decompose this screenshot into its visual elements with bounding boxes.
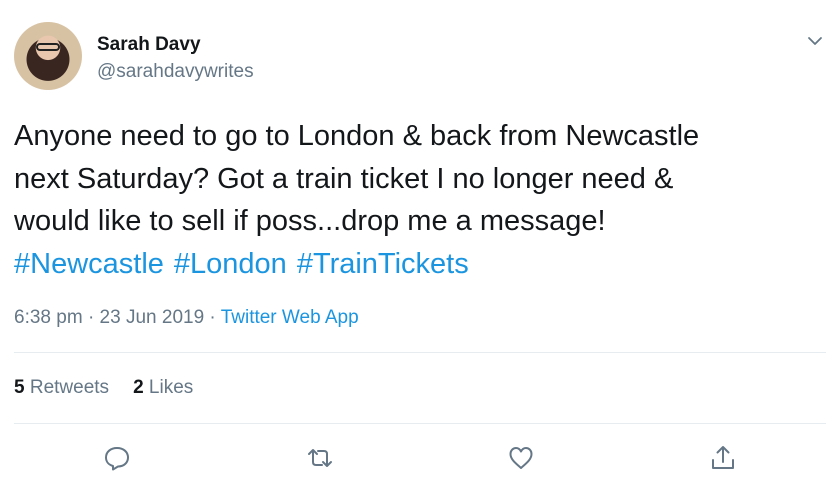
retweets-label: Retweets	[29, 377, 110, 398]
hashtag-link[interactable]: #London	[174, 248, 287, 280]
retweets-count: 5	[14, 377, 25, 398]
avatar[interactable]	[14, 22, 82, 90]
retweet-icon[interactable]	[305, 444, 333, 472]
reply-icon[interactable]	[103, 444, 131, 472]
meta-separator: ·	[209, 307, 216, 328]
hashtag-link[interactable]: #TrainTickets	[297, 248, 469, 280]
tweet-meta: 6:38 pm · 23 Jun 2019 · Twitter Web App	[14, 306, 359, 330]
heart-icon[interactable]	[507, 444, 535, 472]
hashtag-link[interactable]: #Newcastle	[14, 248, 164, 280]
divider	[14, 352, 826, 353]
share-icon[interactable]	[709, 444, 737, 472]
hashtag-list: #Newcastle #London #TrainTickets	[14, 243, 814, 286]
divider	[14, 423, 826, 424]
tweet-source-link[interactable]: Twitter Web App	[221, 307, 359, 328]
tweet-text-line: Anyone need to go to London & back from …	[14, 120, 700, 152]
tweet-text-line: would like to sell if poss...drop me a m…	[14, 205, 606, 237]
retweets-stat[interactable]: 5 Retweets	[14, 377, 109, 398]
likes-count: 2	[133, 377, 144, 398]
tweet-text-line: next Saturday? Got a train ticket I no l…	[14, 162, 674, 195]
author-name[interactable]: Sarah Davy	[97, 34, 201, 56]
author-handle[interactable]: @sarahdavywrites	[97, 61, 254, 83]
likes-label: Likes	[148, 377, 194, 398]
glasses-detail	[36, 43, 60, 51]
meta-separator: ·	[87, 307, 95, 328]
likes-stat[interactable]: 2 Likes	[133, 377, 193, 398]
tweet-text: Anyone need to go to London & back from …	[14, 115, 814, 285]
chevron-down-icon[interactable]	[804, 30, 826, 52]
tweet-date[interactable]: 23 Jun 2019	[100, 307, 205, 328]
tweet-time[interactable]: 6:38 pm	[14, 307, 83, 328]
tweet-stats: 5 Retweets 2 Likes	[14, 376, 193, 400]
